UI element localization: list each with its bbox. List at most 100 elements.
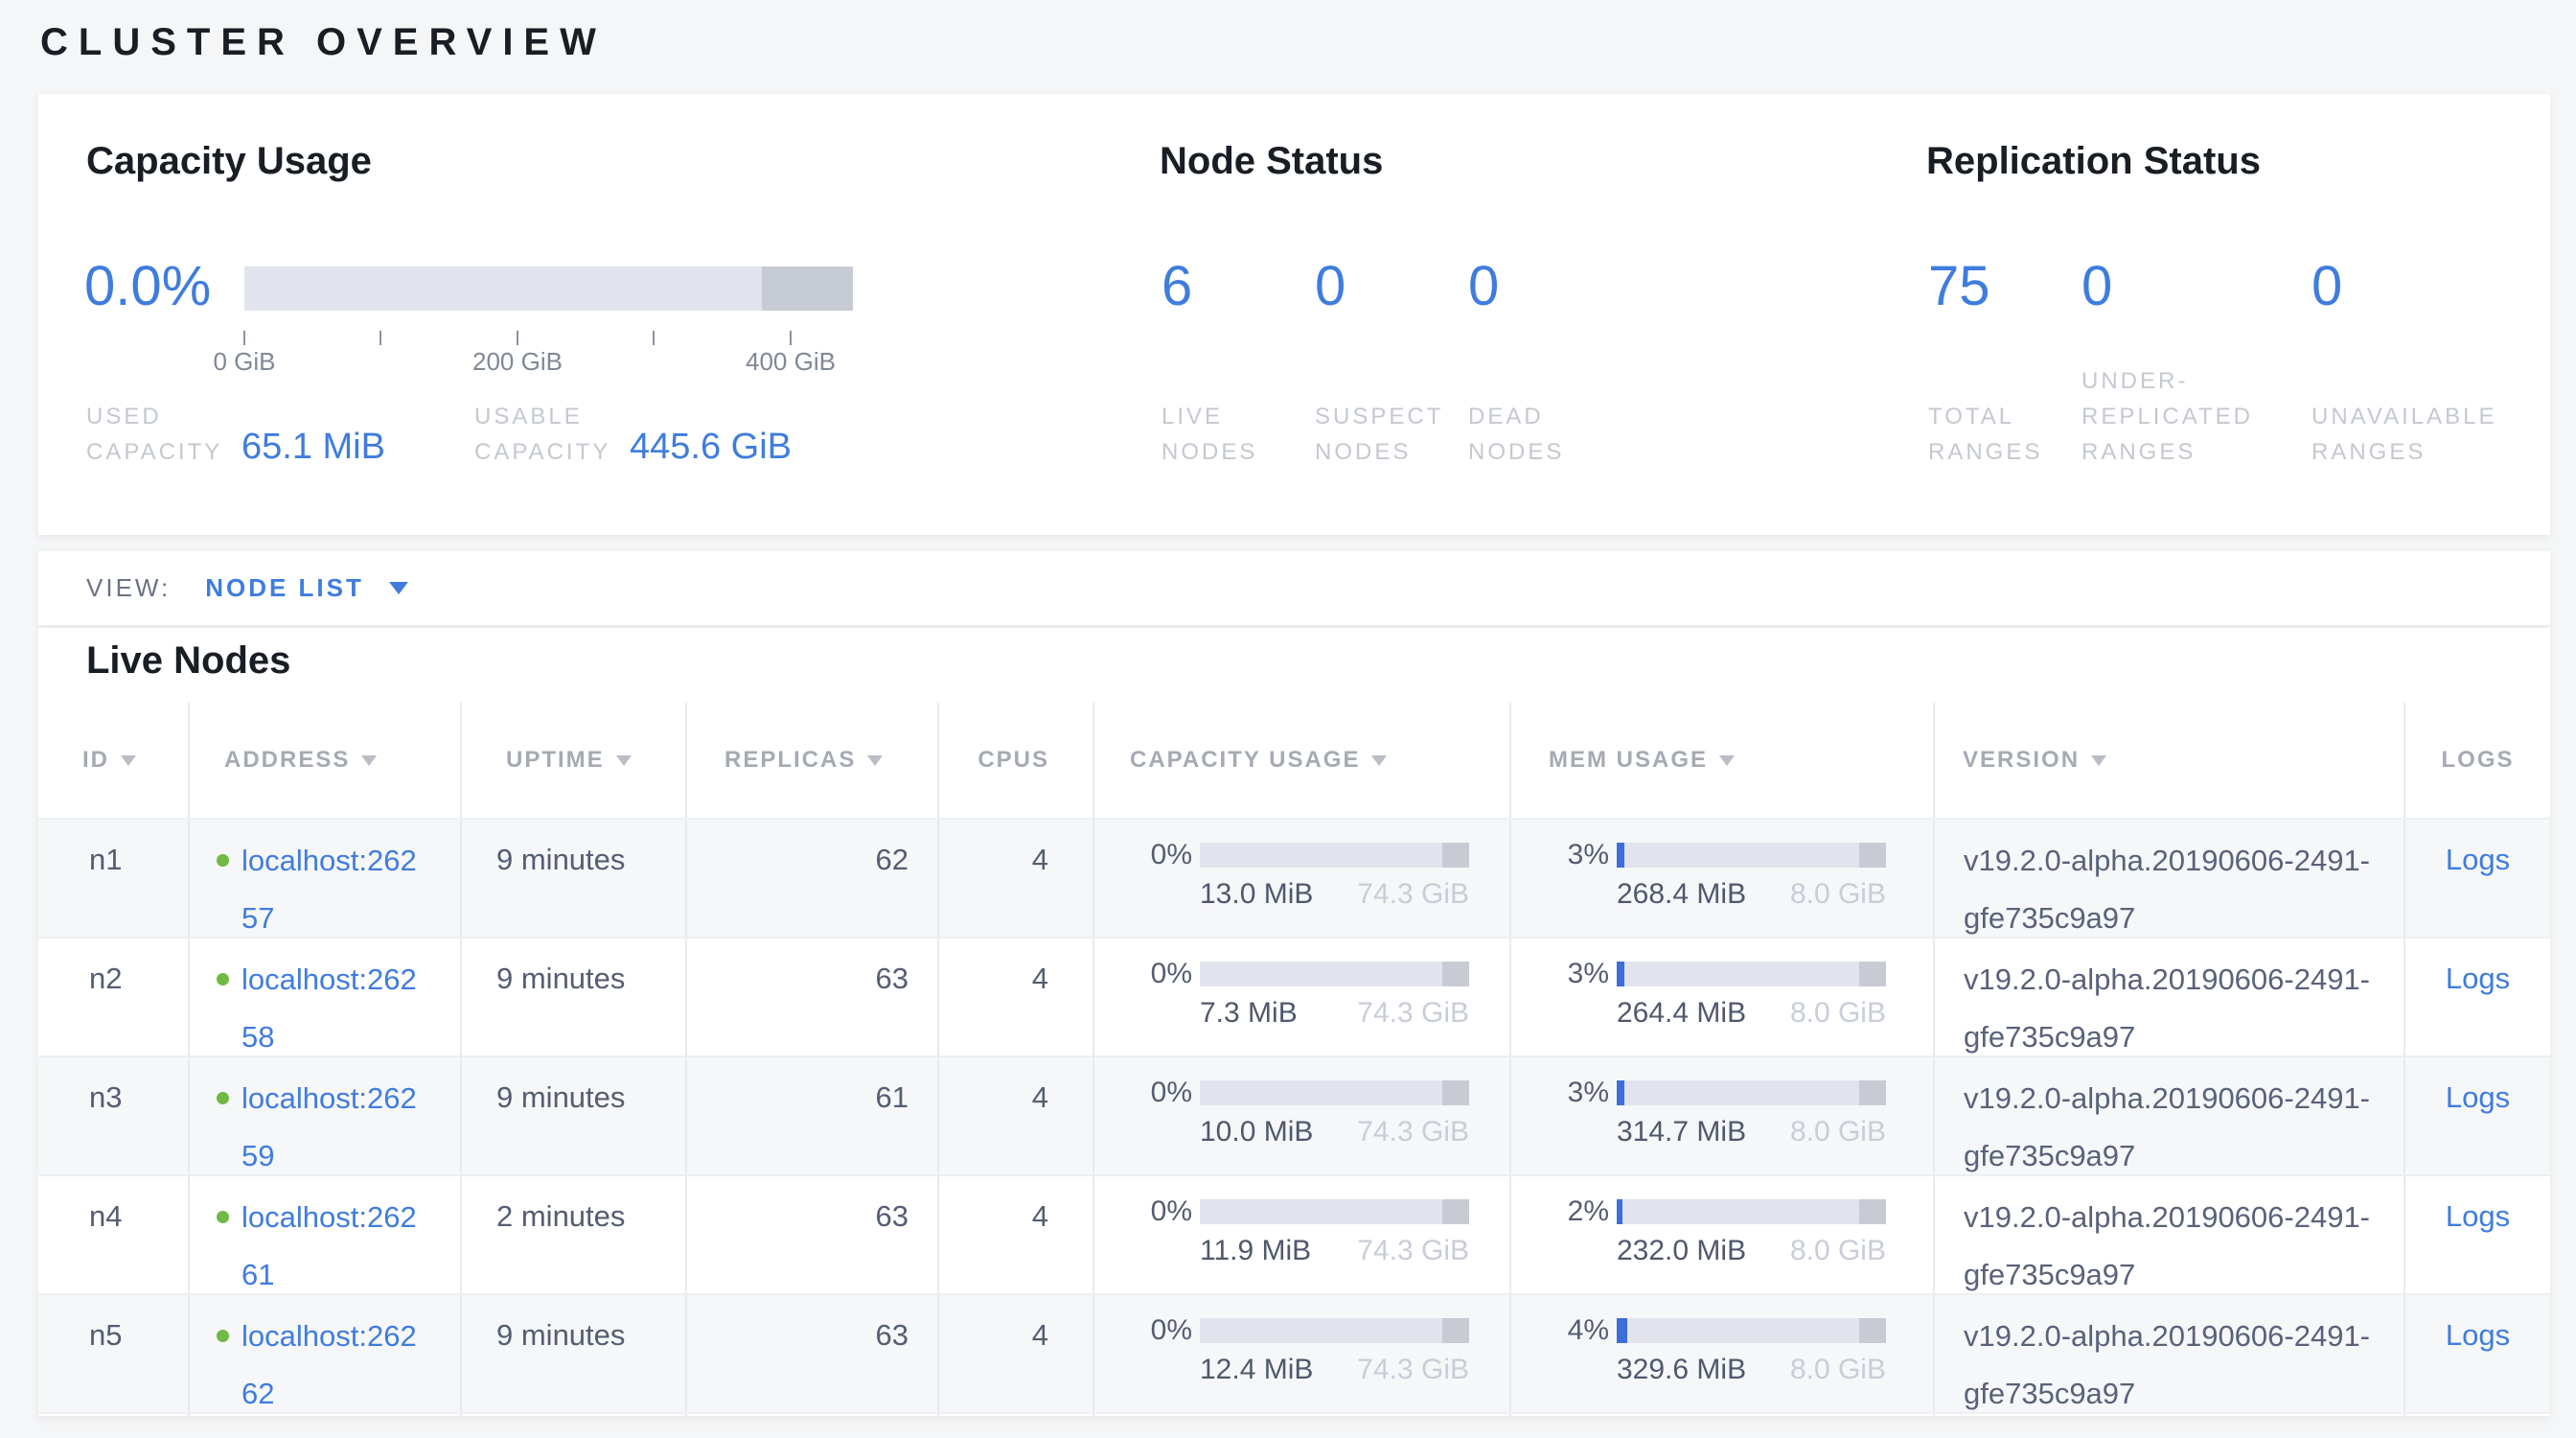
cpus-cell: 4 [939,820,1094,937]
usage-total-value: 8.0 GiB [1790,878,1886,911]
sort-arrow-icon [616,755,632,766]
empty-cell [1935,1414,2405,1416]
usage-used-value: 10.0 MiB [1200,1116,1313,1148]
address-cell: localhost:26259 [190,1057,462,1174]
cpus-cell: 4 [939,1057,1094,1174]
cpus-cell: 4 [939,1295,1094,1412]
usage-percent-label: 4% [1525,1314,1609,1347]
column-header-label: LOGS [2441,747,2514,774]
sort-arrow-icon [867,755,883,766]
address-link[interactable]: localhost:26257 [242,843,460,937]
column-header-version[interactable]: VERSION [1935,703,2405,818]
address-cell: localhost:26261 [190,1176,462,1293]
uptime-cell: 9 minutes [462,939,687,1055]
table-row: n2localhost:262589 minutes6340%7.3 MiB74… [38,937,2550,1055]
address-link[interactable]: localhost:26258 [242,962,460,1055]
dead-nodes-count: 0 [1468,257,1499,316]
empty-cell [2405,1414,2550,1416]
live-nodes-panel: Live Nodes IDADDRESSUPTIMEREPLICASCPUSCA… [38,628,2550,1416]
suspect-nodes-stat: 0 SUSPECTNODES [1315,257,1346,470]
usage-bar-fill [1617,962,1624,986]
usage-used-value: 7.3 MiB [1200,997,1298,1030]
live-nodes-label: LIVENODES [1162,399,1257,470]
suspect-nodes-label: SUSPECTNODES [1315,399,1443,470]
column-header-label: UPTIME [506,747,605,774]
usage-bar-end-segment [1442,1080,1469,1105]
capacity-meter-unusable-segment [762,267,853,311]
sort-arrow-icon [1371,755,1387,766]
usable-capacity-value: 445.6 GiB [630,427,792,468]
logs-cell: Logs [2405,1176,2550,1293]
usage-bar-end-segment [1859,962,1886,986]
usage-percent-label: 3% [1525,839,1609,871]
usage-bar-end-segment [1442,962,1469,986]
view-bar: VIEW: NODE LIST [38,551,2550,625]
uptime-cell: 9 minutes [462,820,687,937]
address-link[interactable]: localhost:26259 [242,1080,460,1174]
usage-total-value: 74.3 GiB [1357,1116,1469,1148]
mem-usage-cell: 4%329.6 MiB8.0 GiB [1511,1295,1935,1412]
column-header-label: VERSION [1963,747,2080,774]
table-header-row: IDADDRESSUPTIMEREPLICASCPUSCAPACITY USAG… [38,703,2550,818]
node-live-status-dot-icon [217,973,229,986]
usable-capacity-label: USABLECAPACITY [474,399,610,470]
table-row: n3localhost:262599 minutes6140%10.0 MiB7… [38,1055,2550,1174]
capacity-percent-value: 0.0% [84,257,211,316]
node-id-cell: n2 [38,939,190,1055]
uptime-cell: 9 minutes [462,1295,687,1412]
usage-bar-fill [1617,843,1624,868]
live-nodes-table: IDADDRESSUPTIMEREPLICASCPUSCAPACITY USAG… [38,703,2550,1416]
dead-nodes-label: DEADNODES [1468,399,1564,470]
axis-tick [790,331,792,345]
logs-link[interactable]: Logs [2446,843,2510,876]
mem-usage-cell: 2%232.0 MiB8.0 GiB [1511,1176,1935,1293]
usage-bar [1617,962,1886,986]
logs-link[interactable]: Logs [2446,1199,2510,1233]
logs-link[interactable]: Logs [2446,962,2510,995]
usage-bar-fill [1617,1199,1622,1224]
axis-tick [380,331,381,345]
unavailable-ranges-stat: 0 UNAVAILABLERANGES [2312,257,2342,470]
column-header-uptime[interactable]: UPTIME [462,703,687,818]
uptime-cell: 2 minutes [462,1176,687,1293]
axis-tick [517,331,518,345]
column-header-replicas[interactable]: REPLICAS [687,703,939,818]
table-body: n1localhost:262579 minutes6240%13.0 MiB7… [38,818,2550,1416]
usage-bar [1200,1318,1469,1343]
used-capacity-label: USEDCAPACITY [86,399,222,470]
address-link[interactable]: localhost:26261 [242,1199,460,1293]
node-status-title: Node Status [1160,140,1383,183]
usage-total-value: 8.0 GiB [1790,1354,1886,1386]
usage-bar [1200,843,1469,868]
replicas-cell: 61 [687,1057,939,1174]
node-id-cell: n1 [38,820,190,937]
axis-tick [243,331,245,345]
column-header-id[interactable]: ID [38,703,190,818]
empty-cell [1511,1414,1935,1416]
logs-link[interactable]: Logs [2446,1318,2510,1352]
logs-cell: Logs [2405,1057,2550,1174]
sort-arrow-icon [361,755,377,766]
view-mode-dropdown[interactable]: NODE LIST [205,573,408,603]
version-cell: v19.2.0-alpha.20190606-2491-gfe735c9a97 [1935,1057,2405,1174]
column-header-mem-usage[interactable]: MEM USAGE [1511,703,1935,818]
replication-status-title: Replication Status [1926,140,2261,183]
unavailable-ranges-label: UNAVAILABLERANGES [2312,399,2497,470]
replicas-cell: 63 [687,939,939,1055]
column-header-address[interactable]: ADDRESS [190,703,462,818]
column-header-capacity-usage[interactable]: CAPACITY USAGE [1094,703,1511,818]
empty-cell [38,1414,190,1416]
usage-used-value: 232.0 MiB [1617,1235,1746,1267]
logs-link[interactable]: Logs [2446,1080,2510,1114]
usage-total-value: 8.0 GiB [1790,1116,1886,1148]
usage-percent-label: 0% [1108,1195,1192,1228]
under-replicated-ranges-count: 0 [2082,257,2112,316]
mem-usage-cell: 3%268.4 MiB8.0 GiB [1511,820,1935,937]
usage-bar-end-segment [1442,843,1469,868]
address-link[interactable]: localhost:26262 [242,1318,460,1412]
node-live-status-dot-icon [217,854,229,867]
replicas-cell: 63 [687,1295,939,1412]
logs-cell: Logs [2405,1295,2550,1412]
sort-arrow-icon [2091,755,2106,766]
usage-bar [1617,1199,1886,1224]
